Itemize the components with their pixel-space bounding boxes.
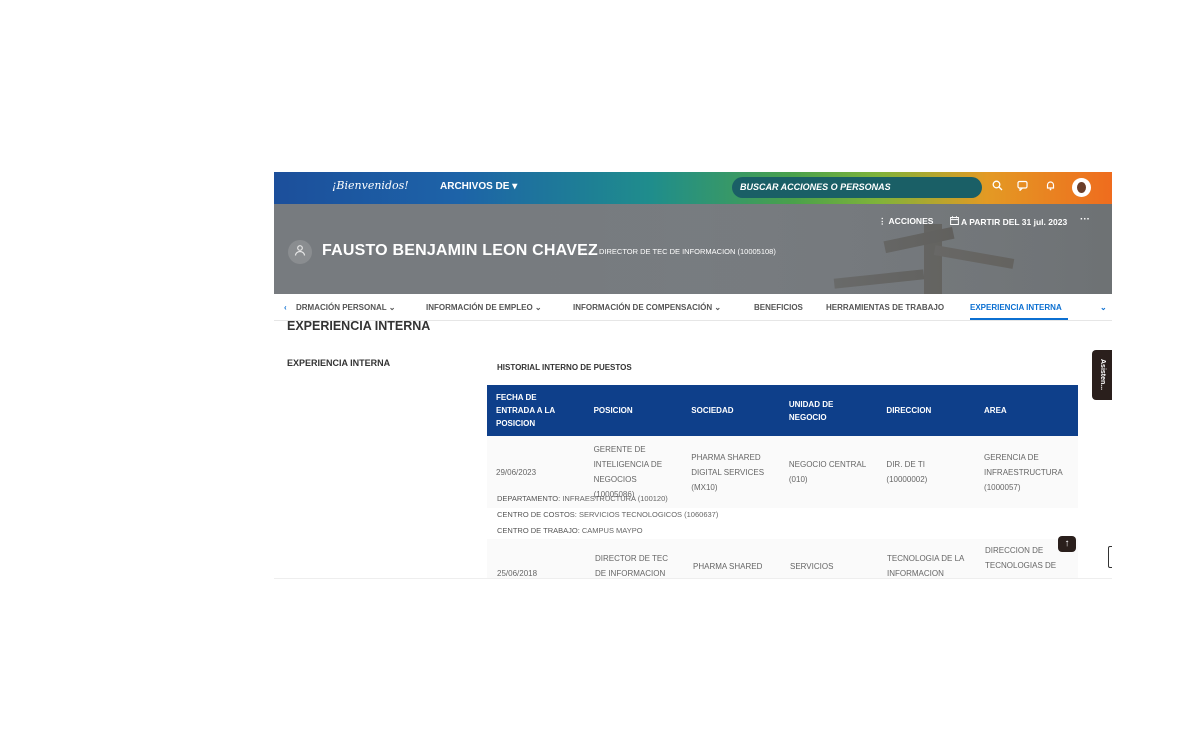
column-header[interactable]: UNIDAD DE NEGOCIO (779, 385, 878, 436)
person-icon (288, 240, 312, 264)
search-input[interactable]: BUSCAR ACCIONES O PERSONAS (732, 177, 982, 198)
bienvenidos-logo[interactable]: ¡Bienvenidos! (332, 179, 409, 192)
tabs-scroll-left-icon[interactable]: ‹ (284, 303, 287, 312)
top-navbar: ¡Bienvenidos! ARCHIVOS DE ▾ BUSCAR ACCIO… (274, 172, 1112, 204)
employee-role: DIRECTOR DE TEC DE INFORMACION (10005108… (599, 247, 776, 256)
bell-icon[interactable] (1043, 180, 1057, 194)
tabs-scroll-right-icon[interactable]: ⌄ (1100, 303, 1107, 312)
meta-label: CENTRO DE TRABAJO: (497, 526, 580, 535)
edge-icon[interactable] (1108, 546, 1112, 568)
scroll-to-top-button[interactable]: ↑ (1058, 536, 1076, 552)
more-options-button[interactable]: ··· (1080, 214, 1090, 225)
date-selector[interactable]: A PARTIR DEL 31 jul. 2023 (950, 216, 1067, 227)
position-history-table: FECHA DE ENTRADA A LA POSICION POSICION … (487, 385, 1078, 508)
table-row[interactable]: 25/06/2018 DIRECTOR DE TEC DE INFORMACIO… (487, 539, 1078, 578)
cell-company: PHARMA SHARED DIGITAL SERVICES (MX10) (682, 436, 780, 508)
section-tabs: ‹ DRMACIÓN PERSONAL ⌄ INFORMACIÓN DE EMP… (274, 294, 1112, 321)
cell-direction: DIR. DE TI (10000002) (877, 436, 976, 508)
cell-position: DIRECTOR DE TEC DE INFORMACION (595, 554, 669, 578)
cell-date: 25/06/2018 (497, 569, 538, 578)
cell-area: DIRECCION DE TECNOLOGIAS DE (985, 546, 1057, 570)
cell-business-unit: SERVICIOS (790, 562, 834, 571)
tab-informacion-compensacion[interactable]: INFORMACIÓN DE COMPENSACIÓN ⌄ (573, 303, 721, 312)
arrow-up-icon: ↑ (1064, 538, 1070, 549)
acciones-button[interactable]: ⋮ ACCIONES (878, 216, 933, 227)
column-header[interactable]: POSICION (584, 385, 683, 436)
chat-icon[interactable] (1015, 180, 1029, 194)
column-header[interactable]: FECHA DE ENTRADA A LA POSICION (487, 385, 585, 436)
meta-label: CENTRO DE COSTOS: (497, 510, 577, 519)
subsection-label: EXPERIENCIA INTERNA (287, 358, 391, 368)
calendar-icon (950, 216, 961, 227)
work-center-row: CENTRO DE TRABAJO: CAMPUS MAYPO (497, 526, 643, 535)
app-window: ¡Bienvenidos! ARCHIVOS DE ▾ BUSCAR ACCIO… (274, 172, 1112, 579)
department-row: DEPARTAMENTO: INFRAESTRUCTURA (100120) (497, 494, 668, 503)
employee-name: FAUSTO BENJAMIN LEON CHAVEZ (322, 242, 598, 259)
tab-informacion-empleo[interactable]: INFORMACIÓN DE EMPLEO ⌄ (426, 303, 542, 312)
history-title: HISTORIAL INTERNO DE PUESTOS (497, 363, 632, 372)
cost-center-row: CENTRO DE COSTOS: SERVICIOS TECNOLOGICOS… (497, 510, 718, 519)
table-header-row: FECHA DE ENTRADA A LA POSICION POSICION … (487, 385, 1078, 436)
date-label: A PARTIR DEL 31 jul. 2023 (961, 217, 1068, 227)
tab-informacion-personal[interactable]: DRMACIÓN PERSONAL ⌄ (296, 303, 395, 312)
column-header[interactable]: SOCIEDAD (682, 385, 780, 436)
cell-company: PHARMA SHARED (693, 562, 763, 571)
column-header[interactable]: AREA (975, 385, 1078, 436)
active-tab-indicator (970, 318, 1068, 320)
cell-direction: TECNOLOGIA DE LA INFORMACION (887, 554, 964, 578)
profile-header: ⋮ ACCIONES A PARTIR DEL 31 jul. 2023 ···… (274, 204, 1112, 294)
section-title: EXPERIENCIA INTERNA (287, 319, 431, 333)
column-header[interactable]: DIRECCION (877, 385, 976, 436)
meta-value: INFRAESTRUCTURA (100120) (562, 494, 668, 503)
tab-beneficios[interactable]: BENEFICIOS (754, 303, 803, 312)
cell-business-unit: NEGOCIO CENTRAL (010) (779, 436, 878, 508)
meta-value: SERVICIOS TECNOLOGICOS (1060637) (578, 510, 719, 519)
archivos-de-menu[interactable]: ARCHIVOS DE ▾ (440, 181, 517, 192)
search-icon[interactable] (990, 180, 1004, 194)
meta-label: DEPARTAMENTO: (497, 494, 561, 503)
avatar[interactable] (1072, 178, 1091, 197)
chevron-down-icon[interactable]: ⌄ (580, 247, 588, 258)
meta-value: CAMPUS MAYPO (581, 526, 643, 535)
assistant-side-tab[interactable]: Asisten... (1092, 350, 1112, 400)
tab-experiencia-interna[interactable]: EXPERIENCIA INTERNA (970, 303, 1062, 312)
cell-area: GERENCIA DE INFRAESTRUCTURA (1000057) (975, 436, 1078, 508)
tab-herramientas[interactable]: HERRAMIENTAS DE TRABAJO (826, 303, 944, 312)
